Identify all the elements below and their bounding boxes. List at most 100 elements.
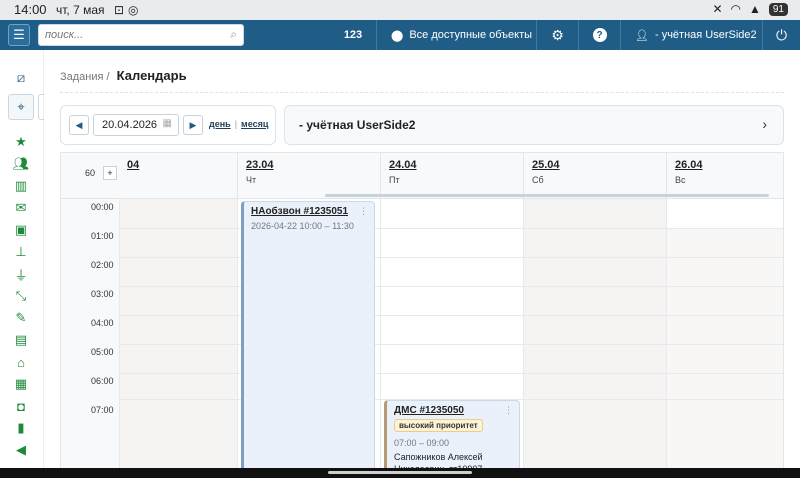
users-icon: 👥︎ [12,156,30,171]
day-date: 24.04 [389,159,417,171]
sidebar-item-power[interactable]: ⏚ [8,264,34,284]
time-label: 03:00 [91,289,114,299]
settings-button[interactable]: ⚙ [536,20,578,50]
event-title[interactable]: НАобзвон #1235051 [251,206,348,217]
day-gridline [523,199,524,478]
drag-handle-icon[interactable]: ⋮ [359,206,368,217]
day-weekday: Чт [246,175,257,185]
time-column: 00:00 01:00 02:00 03:00 04:00 05:00 06:0… [61,199,119,478]
page-title: Календарь [116,68,187,83]
day-column-header[interactable]: 04 [119,153,237,199]
day-column-header[interactable]: 25.04 Сб [523,153,666,199]
system-navigation-bar [0,468,800,478]
day-column-header[interactable]: 24.04 Пт [380,153,523,199]
prev-period-button[interactable]: ◀ [69,115,89,135]
power-icon: ⏻ [775,26,788,43]
day-column-header[interactable]: 23.04 Чт [237,153,380,199]
zoom-in-button[interactable]: + [103,166,117,180]
sidebar-item-building[interactable]: ▦ [8,374,34,394]
note-icon: ▮ [17,420,25,435]
counter-badge[interactable]: 123 [330,20,376,50]
sidebar-item-archive[interactable]: ▤ [8,330,34,350]
battery-indicator: 91 [768,2,788,16]
building-icon: ▦ [14,376,28,391]
drag-handle-icon[interactable]: ⋮ [504,405,513,416]
time-label: 04:00 [91,318,114,328]
search-icon[interactable]: ⌕ [230,27,237,42]
event-title[interactable]: ДМС #1235050 [394,405,464,416]
day-gridline [380,199,381,478]
sidebar-item-home[interactable]: ⌂ [8,352,34,372]
day-weekday: Сб [532,175,544,185]
day-weekday: Пт [389,175,400,185]
user-filter-panel[interactable]: - учётная UserSide2 › [284,105,784,145]
wifi-icon: ◠ [730,2,741,16]
sidebar-item-messages[interactable]: ✉ [8,198,34,218]
hour-gridline [119,344,783,345]
home-gesture-handle[interactable] [328,471,472,474]
weekend-shading [523,199,666,478]
date-input[interactable]: 20.04.2026 ▦ [93,114,179,136]
time-label: 00:00 [91,202,114,212]
sidebar-item-transport[interactable]: ◘ [8,396,34,416]
archive-icon: ▤ [14,332,28,347]
divider [60,92,784,93]
status-date: чт, 7 мая [56,3,105,17]
hour-gridline [119,373,783,374]
sidebar-item-network[interactable]: ⊥ [8,242,34,262]
search-input[interactable] [39,25,219,45]
calendar-header: 60 + 04 23.04 Чт 24.04 Пт 25.04 Сб 26.04… [61,153,783,199]
hour-gridline [119,315,783,316]
logout-button[interactable]: ⏻ [762,20,800,50]
sidebar-item-finance[interactable]: ▣ [8,220,34,240]
megaphone-icon: ◀ [16,442,26,457]
sidebar-item-announcements[interactable]: ◀ [8,440,34,460]
user-menu[interactable]: 👤︎ - учётная UserSide2 [620,20,762,50]
view-month-link[interactable]: месяц [241,119,268,129]
hour-gridline [119,228,783,229]
view-day-link[interactable]: день [209,119,231,129]
star-icon: ★ [15,134,27,149]
sidebar-item-locate[interactable]: ⌖ [8,94,34,120]
time-label: 06:00 [91,376,114,386]
next-period-button[interactable]: ▶ [183,115,203,135]
chevron-right-icon: › [762,116,767,132]
calendar-event[interactable]: НАобзвон #1235051 ⋮ 2026-04-22 10:00 – 1… [241,201,375,478]
compress-icon: ⤡ [15,288,27,303]
sidebar-item-reports[interactable]: ▥ [8,176,34,196]
system-status-bar: 14:00 чт, 7 мая ⊡◎ ✕ ◠ ▲ 91 [0,0,800,20]
zoom-value: 60 [85,168,96,178]
sidebar-item-favorites[interactable]: ★ [8,132,34,152]
horizontal-scrollbar[interactable] [325,194,769,197]
view-separator: | [234,119,238,129]
help-button[interactable]: ? [578,20,620,50]
day-date: 25.04 [532,159,560,171]
assignee-line: Сапожников Алексей [394,452,483,462]
day-gridline [119,199,120,478]
sidebar-panel-tab[interactable] [38,94,44,120]
calendar-icon: ▦ [162,118,172,129]
location-pin-icon: ⬤ [391,29,404,42]
network-icon: ⊥ [15,244,27,259]
crosshair-icon: ⌖ [17,99,25,114]
sidebar-item-diagram[interactable]: ⧄ [8,68,34,88]
sidebar-item-notes[interactable]: ▮ [8,418,34,438]
objects-selector[interactable]: ⬤ Все доступные объекты [376,20,536,50]
date-controls: ◀ 20.04.2026 ▦ ▶ день | месяц [60,105,276,145]
status-time: 14:00 [14,2,47,17]
time-label: 05:00 [91,347,114,357]
menu-icon: ☰ [13,27,25,42]
day-date: 04 [127,159,140,171]
calendar-event[interactable]: ДМС #1235050 ⋮ высокий приоритет 07:00 –… [384,400,520,478]
hamburger-menu-button[interactable]: ☰ [8,24,30,46]
event-time: 07:00 – 09:00 [394,438,450,448]
breadcrumb-parent[interactable]: Задания [60,71,103,83]
sidebar-item-tools[interactable]: ✎ [8,308,34,328]
status-notification-icons: ⊡◎ [114,3,143,17]
hour-gridline [119,257,783,258]
day-column-header[interactable]: 26.04 Вс [666,153,783,199]
user-filter-name: - учётная UserSide2 [299,118,416,132]
sidebar-item-users[interactable]: 👥︎ [8,154,34,174]
event-time: 2026-04-22 10:00 – 11:30 [251,221,354,231]
sidebar-item-connections[interactable]: ⤡ [8,286,34,306]
